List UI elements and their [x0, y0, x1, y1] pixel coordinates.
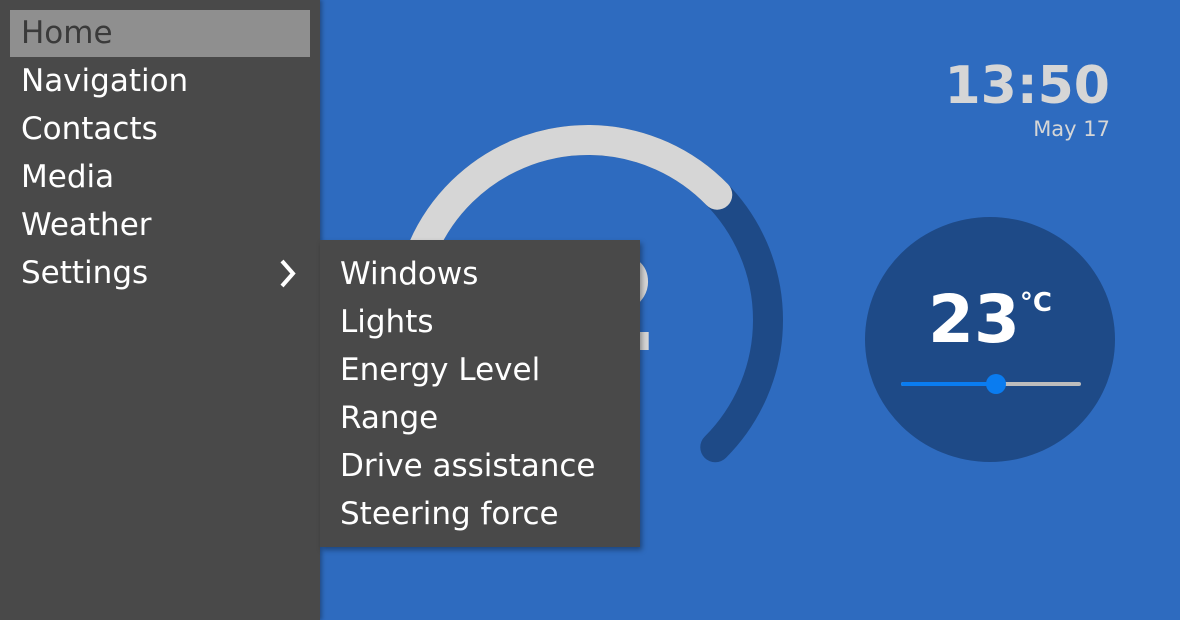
sidebar-item-label: Navigation — [21, 63, 189, 99]
submenu-item-steering-force[interactable]: Steering force — [340, 490, 559, 538]
chevron-right-icon — [280, 259, 296, 288]
sidebar-item-label: Media — [21, 159, 115, 195]
sidebar-item-label: Contacts — [21, 111, 158, 147]
sidebar-item-navigation[interactable]: Navigation — [10, 58, 310, 105]
submenu-item-energy-level[interactable]: Energy Level — [340, 346, 540, 394]
sidebar-item-label: Settings — [21, 255, 149, 291]
submenu-item-range[interactable]: Range — [340, 394, 438, 442]
sidebar-item-label: Weather — [21, 207, 152, 243]
sidebar-item-media[interactable]: Media — [10, 154, 310, 201]
submenu-item-lights[interactable]: Lights — [340, 298, 434, 346]
sidebar-menu: Home Navigation Contacts Media Weather S… — [0, 0, 320, 620]
sidebar-item-settings[interactable]: Settings — [10, 250, 310, 297]
sidebar-item-contacts[interactable]: Contacts — [10, 106, 310, 153]
sidebar-item-weather[interactable]: Weather — [10, 202, 310, 249]
sidebar-item-label: Home — [21, 15, 113, 51]
settings-submenu: Windows Lights Energy Level Range Drive … — [320, 240, 640, 547]
submenu-item-drive-assistance[interactable]: Drive assistance — [340, 442, 595, 490]
submenu-item-windows[interactable]: Windows — [340, 250, 478, 298]
sidebar-item-home[interactable]: Home — [10, 10, 310, 57]
